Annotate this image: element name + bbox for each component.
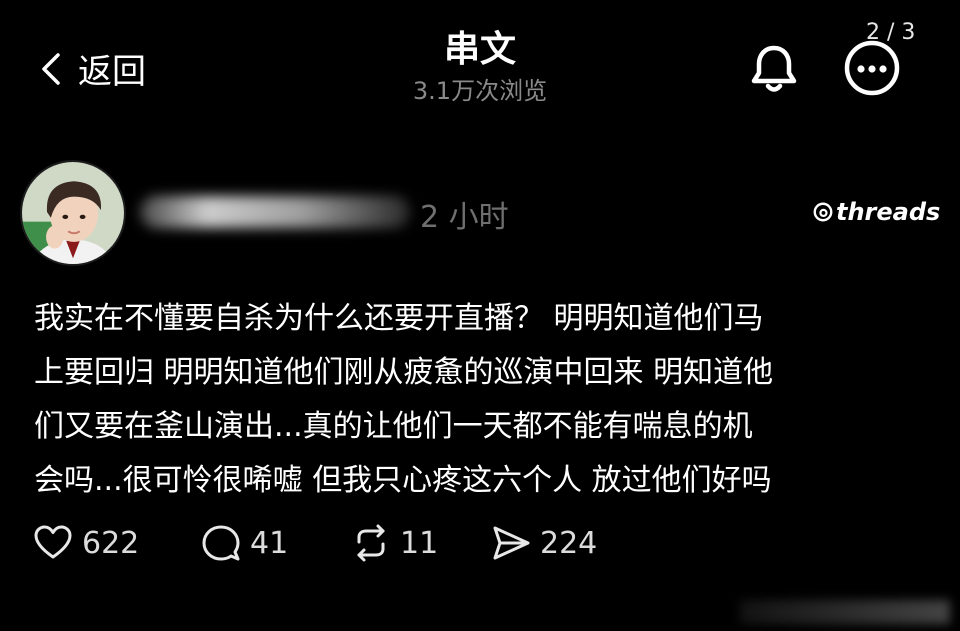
view-count: 3.1万次浏览 [412,77,548,105]
threads-logo-icon [813,202,833,222]
watermark-blur [740,600,950,624]
send-icon [493,526,530,560]
like-button[interactable]: 622 [32,522,139,564]
avatar[interactable] [20,160,126,266]
share-count: 224 [540,525,598,561]
chevron-left-icon [42,52,60,85]
more-icon[interactable] [842,38,902,98]
post-body: 我实在不懂要自杀为什么还要开直播？ 明明知道他们马 上要回归 明明知道他们刚从疲… [34,292,934,508]
post-text-line: 我实在不懂要自杀为什么还要开直播？ 明明知道他们马 [34,301,764,336]
back-button[interactable]: 返回 [36,44,146,93]
repost-icon [357,524,385,562]
comment-count: 41 [250,525,289,561]
back-label: 返回 [78,52,146,92]
post-text-line: 会吗...很可怜很唏嘘 但我只心疼这六个人 放过他们好吗 [34,463,772,498]
top-bar: 返回 串文 3.1万次浏览 2 / 3 [0,0,960,120]
post-text-line: 上要回归 明明知道他们刚从疲惫的巡演中回来 明知道他 [34,355,774,390]
post-text-line: 们又要在釜山演出...真的让他们一天都不能有喘息的机 [34,409,753,444]
repost-count: 11 [400,525,439,561]
threads-brand: threads [812,198,940,226]
username-redacted [140,196,410,228]
bell-icon[interactable] [744,38,804,98]
page-title: 串文 [443,29,516,70]
heart-icon [34,525,72,559]
comment-icon [202,525,240,561]
share-button[interactable]: 224 [490,522,597,564]
title-block: 串文 3.1万次浏览 [330,28,630,108]
brand-label: threads [836,198,941,226]
avatar-photo [22,162,124,264]
comment-button[interactable]: 41 [200,522,288,564]
repost-button[interactable]: 11 [350,522,438,564]
post-time: 2 小时 [420,200,509,235]
page-indicator: 2 / 3 [866,20,916,45]
like-count: 622 [82,525,140,561]
